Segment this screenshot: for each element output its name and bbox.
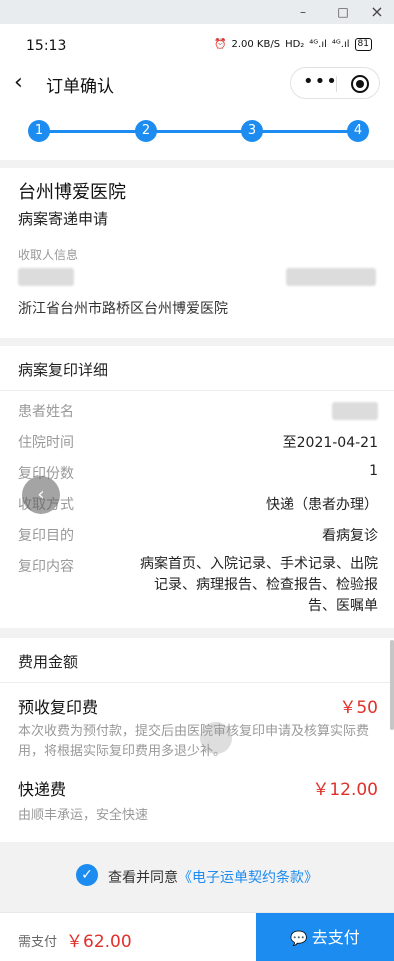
- close-icon[interactable]: ×: [362, 2, 392, 22]
- express-fee-name: 快递费: [18, 780, 67, 799]
- capsule-divider: [336, 76, 337, 92]
- recipient-name-redacted: [18, 268, 74, 286]
- copy-fee-name: 预收复印费: [18, 698, 99, 717]
- minimize-icon[interactable]: –: [288, 2, 318, 22]
- agreement-text: 查看并同意《电子运单契约条款》: [108, 867, 318, 887]
- detail-title: 病案复印详细: [18, 361, 109, 379]
- delivery-method-value: 快递（患者办理）: [266, 497, 378, 513]
- express-fee-note: 由顺丰承运，安全快速: [18, 808, 149, 823]
- clock: 15:13: [26, 38, 67, 54]
- content-label: 复印内容: [18, 559, 74, 575]
- status-icons: ⏰ 2.00 KB/S HD₂ ⁴ᴳ.ıl ⁴ᴳ.ıl 81: [214, 38, 372, 51]
- recipient-phone-redacted: [286, 268, 376, 286]
- step-2: 2: [135, 120, 157, 142]
- alarm-icon: ⏰: [214, 39, 227, 50]
- agree-checkbox[interactable]: ✓: [76, 864, 98, 886]
- hospital-card: 台州博爱医院 病案寄递申请 收取人信息 浙江省台州市路桥区台州博爱医院: [0, 168, 394, 338]
- pay-button[interactable]: 💬 去支付: [256, 913, 394, 961]
- window-titlebar: – □ ×: [0, 0, 394, 24]
- floating-back-icon[interactable]: ‹: [22, 476, 60, 514]
- hd-icon: HD₂: [285, 39, 305, 50]
- close-target-icon[interactable]: [351, 75, 369, 93]
- service-name: 病案寄递申请: [18, 210, 109, 228]
- maximize-icon[interactable]: □: [328, 2, 358, 22]
- step-line: [40, 130, 356, 133]
- nav-bar: ‹ 订单确认 •••: [0, 64, 394, 104]
- recipient-address: 浙江省台州市路桥区台州博爱医院: [18, 301, 228, 317]
- total-amount: ￥62.00: [66, 932, 132, 952]
- patient-name-label: 患者姓名: [18, 404, 74, 420]
- agreement-row: ✓ 查看并同意《电子运单契约条款》: [0, 850, 394, 902]
- more-icon[interactable]: •••: [303, 72, 338, 92]
- step-4: 4: [347, 120, 369, 142]
- wechat-icon: 💬: [290, 931, 308, 947]
- mini-program-capsule: •••: [290, 67, 380, 99]
- stay-time-label: 住院时间: [18, 435, 74, 451]
- touch-indicator: [200, 722, 232, 754]
- pay-button-label: 去支付: [311, 928, 360, 947]
- total-label: 需支付: [18, 935, 58, 950]
- back-icon[interactable]: ‹: [14, 70, 34, 96]
- divider: [0, 390, 394, 391]
- signal-icon: ⁴ᴳ.ıl: [309, 39, 327, 50]
- stay-time-value: 至2021-04-21: [282, 435, 378, 451]
- recipient-label: 收取人信息: [18, 248, 79, 262]
- status-bar: 15:13 ⏰ 2.00 KB/S HD₂ ⁴ᴳ.ıl ⁴ᴳ.ıl 81: [0, 24, 394, 64]
- page-title: 订单确认: [46, 77, 114, 97]
- copy-detail-card: 病案复印详细 患者姓名 住院时间 至2021-04-21 复印份数 1 收取方式…: [0, 346, 394, 628]
- divider: [0, 682, 394, 683]
- pay-bar: 需支付 ￥62.00 💬 去支付: [0, 912, 394, 961]
- content-value: 病案首页、入院记录、手术记录、出院记录、病理报告、检查报告、检验报告、医嘱单: [140, 556, 378, 614]
- copy-fee-note: 本次收费为预付款，提交后由医院审核复印申请及核算实际费用，将根据实际复印费用多退…: [18, 724, 370, 759]
- purpose-label: 复印目的: [18, 528, 74, 544]
- signal-icon-2: ⁴ᴳ.ıl: [331, 39, 350, 50]
- copies-value: 1: [369, 463, 378, 479]
- battery-icon: 81: [354, 38, 372, 51]
- patient-name-redacted: [332, 402, 378, 420]
- step-progress: 1 2 3 4: [0, 104, 394, 160]
- agreement-link[interactable]: 《电子运单契约条款》: [178, 870, 318, 886]
- fee-card: 费用金额 预收复印费 ￥50 本次收费为预付款，提交后由医院审核复印申请及核算实…: [0, 638, 394, 842]
- agreement-prefix: 查看并同意: [108, 870, 178, 886]
- scrollbar[interactable]: [390, 640, 394, 730]
- express-fee-price: ￥12.00: [312, 780, 378, 800]
- fee-title: 费用金额: [18, 653, 79, 671]
- net-speed: 2.00 KB/S: [231, 39, 281, 50]
- step-1: 1: [28, 120, 50, 142]
- copy-fee-price: ￥50: [339, 698, 378, 718]
- purpose-value: 看病复诊: [322, 528, 378, 544]
- hospital-name: 台州博爱医院: [18, 182, 126, 203]
- step-3: 3: [241, 120, 263, 142]
